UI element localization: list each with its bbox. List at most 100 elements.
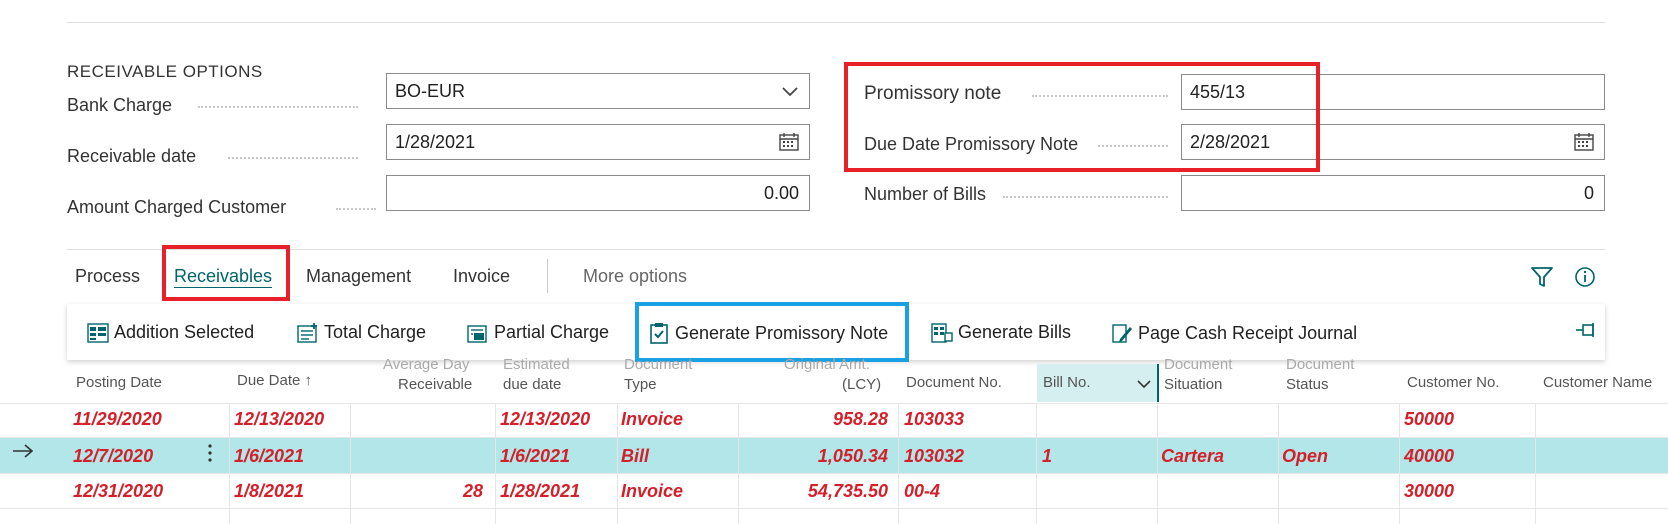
cell-customer-no[interactable]: 50000	[1404, 409, 1454, 430]
cell-customer-no[interactable]: 40000	[1404, 446, 1454, 467]
col-document-no[interactable]: Document No.	[906, 373, 1002, 392]
page-cash-receipt-journal-label: Page Cash Receipt Journal	[1138, 322, 1358, 343]
promissory-highlight-box	[844, 62, 1320, 172]
section-title: RECEIVABLE OPTIONS	[67, 62, 263, 81]
total-charge-label: Total Charge	[324, 322, 427, 342]
receivable-date-value: 1/28/2021	[395, 132, 476, 152]
cell-amount[interactable]: 958.28	[742, 409, 888, 430]
number-of-bills-label: Number of Bills	[864, 184, 987, 204]
cell-doc-no[interactable]: 103032	[904, 446, 964, 467]
col-separator	[350, 403, 351, 524]
cell-status[interactable]: Open	[1282, 446, 1328, 467]
row-arrow-icon	[12, 443, 34, 464]
calendar-icon[interactable]	[779, 125, 799, 159]
chevron-down-icon[interactable]	[781, 74, 799, 108]
addition-selected-label: Addition Selected	[114, 322, 255, 342]
number-of-bills-field[interactable]: 0	[1181, 175, 1605, 211]
section-divider	[67, 249, 1605, 250]
col-customer-name[interactable]: Customer Name	[1543, 373, 1652, 392]
col-separator	[898, 403, 899, 524]
leader-dots	[336, 208, 376, 210]
row-divider	[0, 508, 1668, 509]
cell-due-date[interactable]: 12/13/2020	[234, 409, 324, 430]
cell-bill-no[interactable]: 1	[1042, 446, 1052, 467]
cell-doc-type[interactable]: Invoice	[621, 481, 683, 502]
bank-charge-value: BO-EUR	[395, 81, 466, 101]
row-divider	[0, 437, 1668, 438]
bank-charge-label: Bank Charge	[67, 95, 173, 115]
receivable-date-label: Receivable date	[67, 146, 197, 166]
tab-process[interactable]: Process	[75, 266, 140, 287]
col-status-line2[interactable]: Status	[1286, 375, 1329, 394]
cell-doc-no[interactable]: 00-4	[904, 481, 940, 502]
receivables-highlight-box	[162, 245, 290, 301]
cell-amount[interactable]: 1,050.34	[742, 446, 888, 467]
journal-edit-icon	[1112, 324, 1132, 343]
col-posting-date[interactable]: Posting Date	[76, 373, 162, 392]
cell-avg-day[interactable]: 28	[370, 481, 483, 502]
row-menu-icon[interactable]	[206, 443, 214, 468]
tab-invoice[interactable]: Invoice	[453, 266, 510, 287]
leader-dots	[228, 157, 358, 159]
tab-more-options[interactable]: More options	[583, 266, 687, 287]
pin-icon[interactable]	[1575, 320, 1604, 340]
receivable-date-field[interactable]: 1/28/2021	[386, 124, 810, 160]
cell-customer-no[interactable]: 30000	[1404, 481, 1454, 502]
col-separator	[1278, 403, 1279, 524]
col-est-due-line1: Estimated	[503, 356, 570, 373]
page-cash-receipt-journal-button[interactable]: Page Cash Receipt Journal	[1111, 322, 1357, 344]
info-icon[interactable]	[1574, 266, 1596, 293]
chevron-down-icon[interactable]	[1137, 376, 1151, 394]
calendar-icon[interactable]	[1574, 125, 1594, 159]
col-separator	[1036, 403, 1037, 524]
col-customer-no[interactable]: Customer No.	[1407, 373, 1500, 392]
col-doc-type-line2[interactable]: Type	[624, 375, 657, 394]
cell-due-date[interactable]: 1/8/2021	[234, 481, 304, 502]
generate-bills-label: Generate Bills	[958, 322, 1072, 342]
col-status-line1: Document	[1286, 356, 1355, 373]
cell-amount[interactable]: 54,735.50	[742, 481, 888, 502]
cell-est-due[interactable]: 1/6/2021	[500, 446, 570, 467]
col-separator	[1157, 403, 1158, 524]
col-avg-day-line2[interactable]: Receivable	[398, 375, 472, 394]
top-divider	[67, 22, 1605, 23]
row-divider	[0, 473, 1668, 474]
grid-add-icon	[87, 322, 109, 343]
cell-est-due[interactable]: 1/28/2021	[500, 481, 580, 502]
col-doc-type-line1: Document	[624, 356, 693, 373]
cell-doc-no[interactable]: 103033	[904, 409, 964, 430]
cell-doc-type[interactable]: Invoice	[621, 409, 683, 430]
bank-charge-select[interactable]: BO-EUR	[386, 73, 810, 109]
generate-promissory-highlight-box	[635, 302, 909, 362]
cell-posting-date[interactable]: 11/29/2020	[73, 409, 162, 430]
partial-charge-label: Partial Charge	[494, 322, 610, 342]
cell-doc-type[interactable]: Bill	[621, 446, 649, 467]
filter-icon[interactable]	[1530, 266, 1554, 293]
tab-management[interactable]: Management	[306, 266, 411, 287]
addition-selected-button[interactable]: Addition Selected	[87, 322, 254, 343]
col-separator	[617, 403, 618, 524]
cell-due-date[interactable]: 1/6/2021	[234, 446, 304, 467]
col-situation-line2[interactable]: Situation	[1164, 375, 1222, 394]
col-bill-no[interactable]: Bill No.	[1043, 373, 1091, 392]
col-orig-amt-line1: Original Amt.	[784, 356, 870, 373]
col-orig-amt-line2[interactable]: (LCY)	[842, 375, 881, 394]
grid-generate-icon	[931, 322, 953, 343]
amount-charged-field[interactable]: 0.00	[386, 175, 810, 211]
col-est-due-line2[interactable]: due date	[503, 375, 561, 394]
generate-bills-button[interactable]: Generate Bills	[931, 322, 1071, 343]
leader-dots	[198, 106, 358, 108]
partial-charge-button[interactable]: Partial Charge	[467, 322, 609, 343]
cell-situation[interactable]: Cartera	[1161, 446, 1224, 467]
sheet-partial-icon	[467, 324, 487, 343]
cell-posting-date[interactable]: 12/31/2020	[73, 481, 163, 502]
col-separator	[738, 403, 739, 524]
col-due-date[interactable]: Due Date ↑	[237, 371, 312, 390]
row-divider	[0, 403, 1668, 404]
total-charge-button[interactable]: Total Charge	[297, 322, 426, 343]
cell-est-due[interactable]: 12/13/2020	[500, 409, 590, 430]
col-avg-day-line1: Average Day	[383, 356, 470, 373]
cell-posting-date[interactable]: 12/7/2020	[73, 446, 153, 467]
tab-separator	[547, 259, 548, 293]
col-separator	[495, 403, 496, 524]
